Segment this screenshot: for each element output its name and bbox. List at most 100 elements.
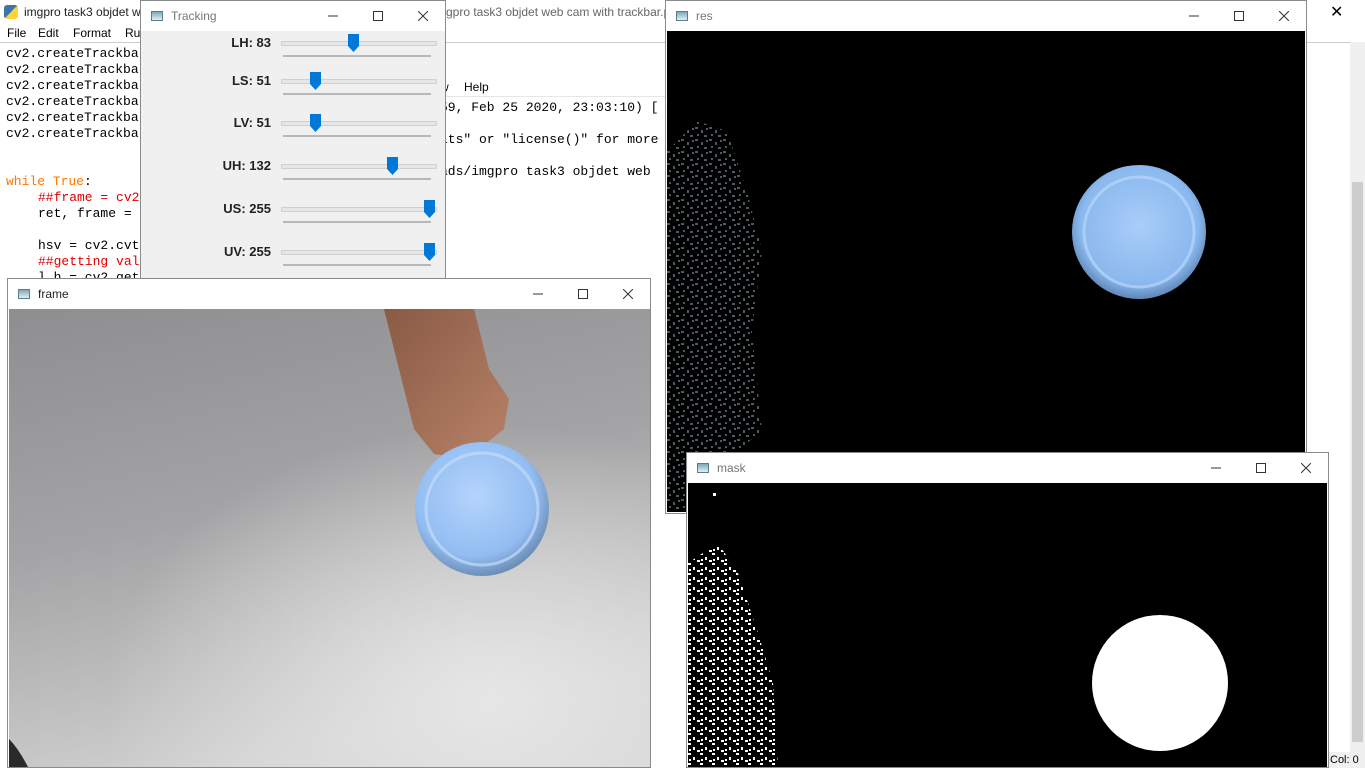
shell-line-3: ads/imgpro task3 objdet web	[440, 164, 651, 179]
mask-image	[688, 483, 1327, 767]
close-icon[interactable]	[1261, 1, 1306, 31]
trackbar-thumb[interactable]	[386, 157, 398, 175]
trackbar-underline	[283, 178, 431, 180]
trackbar-slider[interactable]	[281, 250, 437, 255]
window-app-icon	[697, 463, 709, 473]
menu-run[interactable]: Ru	[125, 26, 140, 40]
mask-image-svg	[688, 493, 1228, 767]
trackbar-thumb[interactable]	[424, 243, 435, 261]
res-image	[667, 31, 1305, 512]
shell-window: w Help 59, Feb 25 2020, 23:03:10) [ its"…	[440, 44, 670, 284]
code-line-5: cv2.createTrackba	[6, 110, 139, 125]
trackbar-underline	[283, 221, 431, 223]
window-app-icon	[676, 11, 688, 21]
frame-titlebar[interactable]: frame	[8, 279, 650, 309]
status-bar: Col: 0	[1326, 752, 1365, 768]
minimize-icon[interactable]	[310, 1, 355, 31]
frame-title: frame	[38, 287, 69, 301]
trackbar-label: LH: 83	[231, 35, 271, 50]
trackbar-row: LS: 51	[141, 69, 445, 112]
frame-image	[9, 309, 650, 767]
trackbar-thumb[interactable]	[424, 200, 435, 218]
minimize-icon[interactable]	[1171, 1, 1216, 31]
code-line-1: cv2.createTrackba	[6, 46, 139, 61]
code-line-3: cv2.createTrackba	[6, 78, 139, 93]
trackbar-underline	[283, 135, 431, 137]
shell-line-2: its" or "license()" for more	[440, 132, 659, 147]
code-line-2: cv2.createTrackba	[6, 62, 139, 77]
code-comment-frame: ##frame = cv2	[38, 190, 140, 205]
maximize-icon[interactable]	[355, 1, 400, 31]
tracking-window: Tracking LH: 83 LS: 51 LV: 51 UH: 132 US: 25…	[140, 0, 446, 282]
shell-line-1: 59, Feb 25 2020, 23:03:10) [	[440, 100, 659, 115]
close-icon[interactable]	[605, 279, 650, 309]
status-col: Col: 0	[1330, 754, 1359, 766]
trackbar-thumb[interactable]	[310, 72, 322, 90]
menu-format[interactable]: Format	[73, 26, 111, 40]
frame-image-svg	[9, 309, 650, 767]
trackbar-row: UV: 255	[141, 240, 445, 281]
shell-menu-help[interactable]: Help	[464, 80, 489, 94]
trackbar-underline	[283, 93, 431, 95]
editor-scrollbar[interactable]	[1350, 42, 1365, 752]
mask-window: mask	[686, 452, 1329, 768]
editor-title-right: gpro task3 objdet web cam with trackbar.…	[446, 5, 671, 19]
editor-title: imgpro task3 objdet w	[24, 5, 141, 19]
trackbar-slider[interactable]	[281, 164, 437, 169]
code-line-6: cv2.createTrackba	[6, 126, 139, 141]
minimize-icon[interactable]	[1193, 453, 1238, 483]
res-titlebar[interactable]: res	[666, 1, 1306, 31]
trackbar-label: LS: 51	[231, 73, 271, 88]
res-window: res	[665, 0, 1307, 514]
scrollbar-thumb[interactable]	[1352, 182, 1363, 742]
trackbar-slider[interactable]	[281, 79, 437, 84]
code-hsv: hsv = cv2.cvt	[38, 238, 140, 253]
trackbar-label: US: 255	[223, 201, 271, 216]
trackbar-row: LV: 51	[141, 111, 445, 154]
close-icon[interactable]	[1283, 453, 1328, 483]
menu-edit[interactable]: Edit	[38, 26, 59, 40]
res-title: res	[696, 9, 713, 23]
minimize-icon[interactable]	[515, 279, 560, 309]
window-app-icon	[151, 11, 163, 21]
trackbar-slider[interactable]	[281, 207, 437, 212]
trackbar-underline	[283, 264, 431, 266]
code-line-4: cv2.createTrackba	[6, 94, 139, 109]
ball-mask	[1092, 615, 1228, 751]
maximize-icon[interactable]	[1216, 1, 1261, 31]
mask-title: mask	[717, 461, 746, 475]
window-app-icon	[18, 289, 30, 299]
python-icon	[4, 5, 18, 19]
code-comment-getting: ##getting val	[38, 254, 140, 269]
menu-file[interactable]: File	[7, 26, 26, 40]
noise-region	[688, 543, 778, 767]
trackbar-underline	[283, 55, 431, 57]
keyword-while: while True	[6, 174, 85, 189]
ball	[415, 442, 549, 576]
code-read-frame: ret, frame =	[38, 206, 132, 221]
trackbar-row: US: 255	[141, 197, 445, 240]
trackbar-panel: LH: 83 LS: 51 LV: 51 UH: 132 US: 255 UV: 255	[141, 31, 445, 281]
trackbar-slider[interactable]	[281, 121, 437, 126]
res-image-svg	[667, 121, 1206, 511]
trackbar-thumb[interactable]	[347, 34, 359, 52]
trackbar-label: LV: 51	[233, 115, 271, 130]
tracking-title: Tracking	[171, 9, 217, 23]
while-colon: :	[84, 174, 92, 189]
frame-window: frame	[7, 278, 651, 768]
mask-titlebar[interactable]: mask	[687, 453, 1328, 483]
maximize-icon[interactable]	[1238, 453, 1283, 483]
maximize-icon[interactable]	[560, 279, 605, 309]
trackbar-thumb[interactable]	[310, 114, 322, 132]
tracking-titlebar[interactable]: Tracking	[141, 1, 445, 31]
code-while: while True:	[6, 174, 92, 190]
close-icon[interactable]	[400, 1, 445, 31]
ball	[1072, 165, 1206, 299]
trackbar-row: UH: 132	[141, 154, 445, 197]
trackbar-slider[interactable]	[281, 41, 437, 46]
trackbar-label: UV: 255	[224, 244, 271, 259]
trackbar-row: LH: 83	[141, 31, 445, 74]
trackbar-label: UH: 132	[222, 158, 271, 173]
shell-menubar: w Help	[440, 80, 670, 97]
editor-close-icon[interactable]: ✕	[1330, 2, 1343, 22]
